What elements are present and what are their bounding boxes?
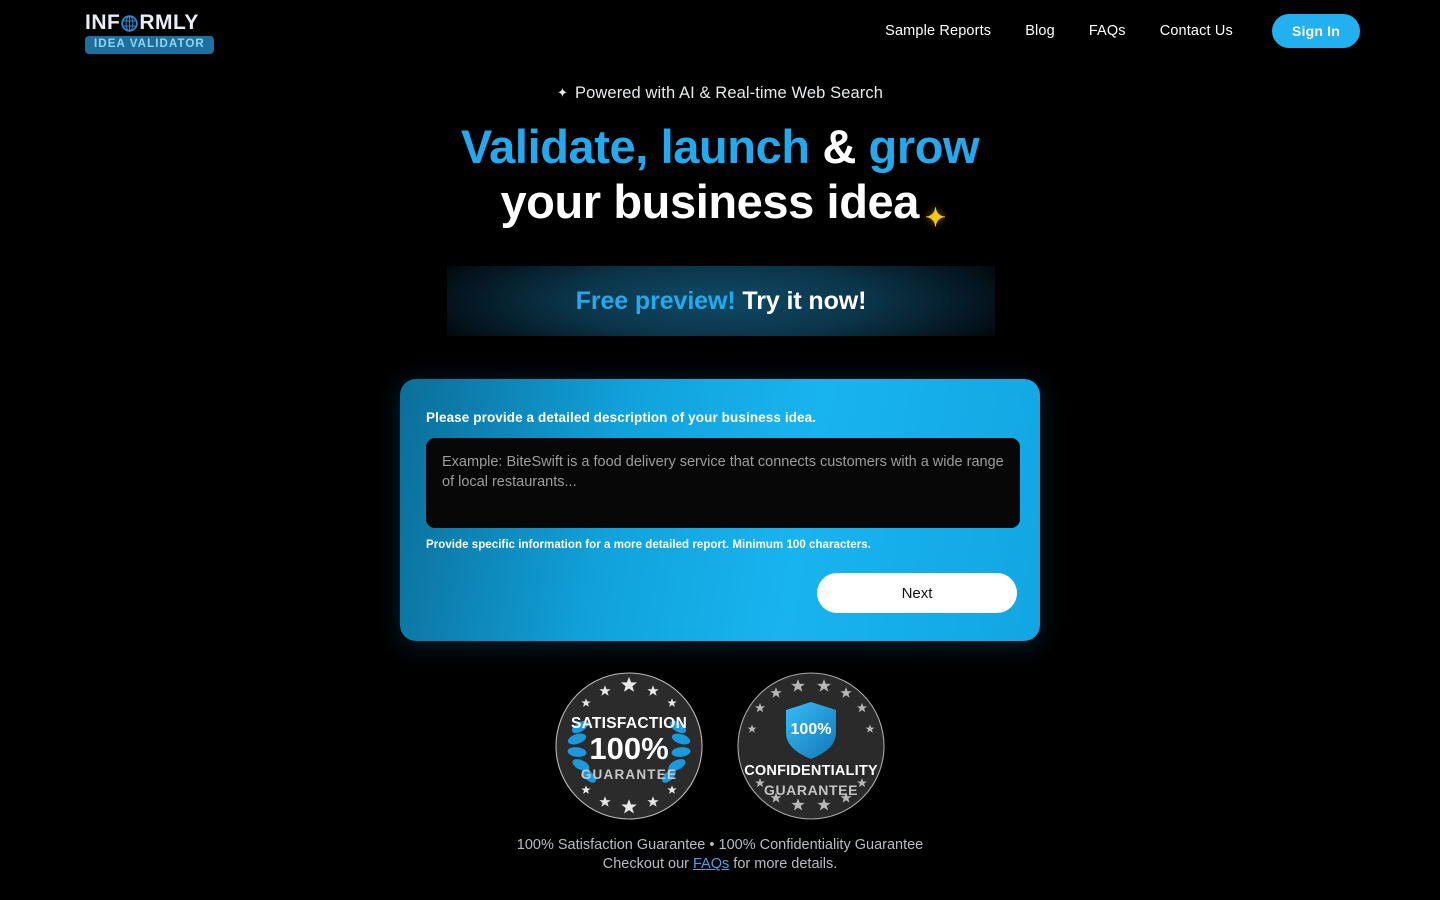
headline-line-2: your business idea ✦ [0, 174, 1440, 233]
form-actions: Next [426, 573, 1018, 613]
seal-satisfaction-line3: GUARANTEE [581, 767, 677, 782]
sparkle-icon: ✦ [557, 85, 569, 100]
sparkle-gold-icon: ✦ [925, 204, 946, 233]
free-preview-banner: Free preview! Try it now! [447, 266, 995, 336]
free-preview-text: Free preview! Try it now! [576, 287, 867, 316]
brand-tagline-badge: IDEA VALIDATOR [85, 35, 214, 55]
seal-confidentiality-line1: CONFIDENTIALITY [744, 763, 878, 779]
idea-input-hint: Provide specific information for a more … [426, 539, 871, 551]
headline-blue-1: Validate, launch [460, 120, 810, 173]
footer-line-2-before: Checkout our [602, 856, 693, 873]
globe-icon [121, 15, 139, 32]
footer-line-2: Checkout our FAQs for more details. [0, 855, 1440, 874]
nav-sample-reports[interactable]: Sample Reports [885, 23, 991, 39]
idea-input-card: Please provide a detailed description of… [400, 379, 1040, 641]
seal-confidentiality-line2: GUARANTEE [764, 782, 858, 798]
business-idea-textarea[interactable] [426, 438, 1020, 528]
seal-satisfaction-percent: 100% [589, 731, 668, 766]
wordmark: INF RMLY [85, 12, 199, 33]
headline-ampersand: & [809, 120, 869, 173]
trust-seals: SATISFACTION 100% GUARANTEE 100% CONFIDE… [0, 671, 1440, 821]
nav-faqs[interactable]: FAQs [1089, 23, 1126, 39]
hero-eyebrow-text: Powered with AI & Real-time Web Search [575, 84, 883, 102]
seal-shield-percent: 100% [791, 721, 832, 738]
confidentiality-guarantee-seal: 100% CONFIDENTIALITY GUARANTEE [736, 671, 886, 821]
headline-line-1: Validate, launch & grow [0, 119, 1440, 174]
nav-blog[interactable]: Blog [1025, 23, 1055, 39]
footer-line-2-after: for more details. [729, 856, 838, 873]
footer-line-1: 100% Satisfaction Guarantee • 100% Confi… [516, 837, 924, 853]
brand-logo[interactable]: INF RMLY IDEA VALIDATOR [85, 8, 214, 55]
page-title: Validate, launch & grow your business id… [0, 119, 1440, 233]
satisfaction-guarantee-seal: SATISFACTION 100% GUARANTEE [554, 671, 704, 821]
nav-contact-us[interactable]: Contact Us [1160, 23, 1233, 39]
hero-section: ✦ Powered with AI & Real-time Web Search… [0, 84, 1440, 233]
free-preview-highlight: Free preview! [575, 286, 736, 315]
seal-satisfaction-line1: SATISFACTION [571, 715, 687, 732]
headline-blue-2: grow [868, 120, 980, 173]
footer-note: 100% Satisfaction Guarantee • 100% Confi… [0, 836, 1440, 875]
next-button[interactable]: Next [817, 573, 1017, 613]
main-navigation: Sample Reports Blog FAQs Contact Us Sign… [885, 14, 1360, 48]
wordmark-part-2: RMLY [139, 10, 199, 34]
site-header: INF RMLY IDEA VALIDATOR Sample Reports B… [0, 0, 1440, 62]
sign-in-button[interactable]: Sign In [1271, 14, 1360, 48]
idea-input-label: Please provide a detailed description of… [426, 410, 817, 425]
headline-white: your business idea [500, 175, 919, 229]
footer-faqs-link[interactable]: FAQs [693, 856, 729, 872]
free-preview-rest: Try it now! [735, 286, 867, 315]
hero-eyebrow: ✦ Powered with AI & Real-time Web Search [557, 84, 883, 103]
wordmark-part-1: INF [85, 10, 121, 34]
